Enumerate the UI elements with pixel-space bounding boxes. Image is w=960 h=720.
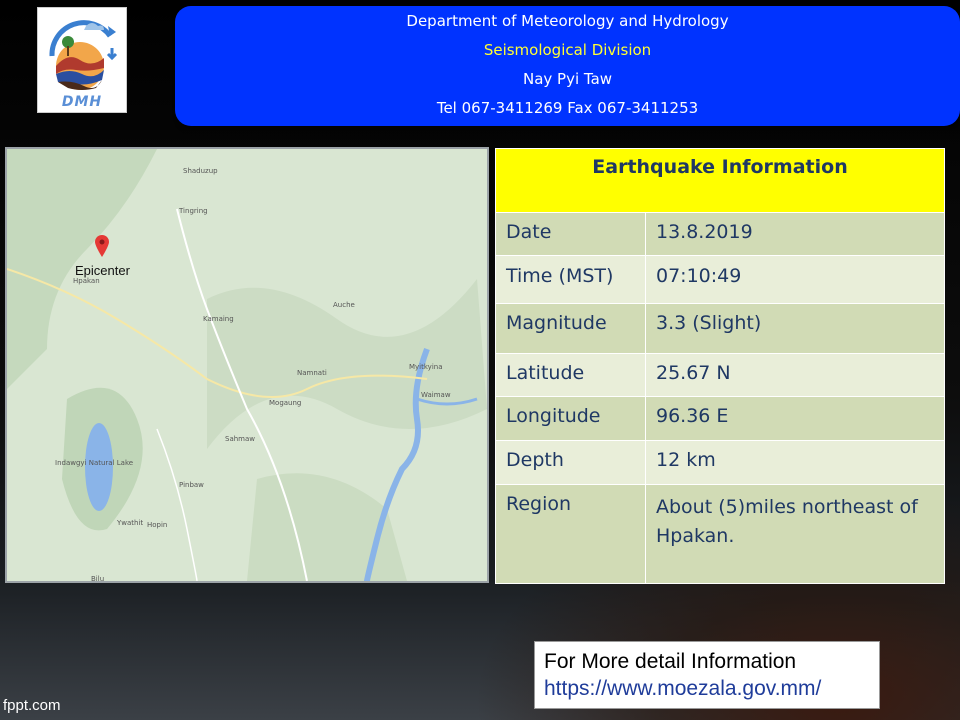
map-label-mogaung: Mogaung	[269, 399, 302, 407]
table-row: Region About (5)miles northeast of Hpaka…	[495, 484, 945, 584]
map-label-sahmaw: Sahmaw	[225, 435, 256, 443]
row-value: 13.8.2019	[645, 212, 945, 256]
row-key: Longitude	[495, 396, 646, 441]
row-key: Depth	[495, 440, 646, 485]
map-label-tingring: Tingring	[179, 207, 208, 215]
row-key: Region	[495, 484, 646, 584]
map-label-hopin: Hopin	[147, 521, 168, 529]
epicenter-label: Epicenter	[75, 263, 130, 278]
earthquake-info-table: Earthquake Information Date 13.8.2019 Ti…	[495, 148, 945, 584]
logo-text: DMH	[61, 94, 103, 110]
row-value: 12 km	[645, 440, 945, 485]
footer-brand: fppt.com	[3, 697, 61, 714]
map-label-shaduzup: Shaduzup	[183, 167, 218, 175]
map-label-namnati: Namnati	[297, 369, 327, 377]
row-value: 25.67 N	[645, 353, 945, 397]
table-row: Magnitude 3.3 (Slight)	[495, 303, 945, 354]
city-name: Nay Pyi Taw	[522, 70, 613, 88]
map-label-kamaing: Kamaing	[203, 315, 234, 323]
more-info-box: For More detail Information https://www.…	[534, 641, 880, 709]
map-label-waimaw: Waimaw	[421, 391, 451, 399]
row-key: Date	[495, 212, 646, 256]
division-name: Seismological Division	[483, 41, 652, 59]
dmh-logo: DMH	[37, 7, 127, 113]
row-value: About (5)miles northeast of Hpakan.	[645, 484, 945, 584]
row-key: Time (MST)	[495, 255, 646, 304]
row-key: Latitude	[495, 353, 646, 397]
more-info-link[interactable]: https://www.moezala.gov.mm/	[544, 675, 879, 702]
row-key: Magnitude	[495, 303, 646, 354]
info-table-title: Earthquake Information	[495, 148, 945, 213]
map-label-indawgyi: Indawgyi Natural Lake	[55, 459, 134, 467]
header-banner: Department of Meteorology and Hydrology …	[175, 6, 960, 126]
contact-info: Tel 067-3411269 Fax 067-3411253	[436, 99, 699, 117]
department-name: Department of Meteorology and Hydrology	[406, 12, 729, 30]
table-row: Date 13.8.2019	[495, 212, 945, 256]
map-label-myitkyina: Myitkyina	[409, 363, 443, 371]
row-value: 96.36 E	[645, 396, 945, 441]
table-row: Time (MST) 07:10:49	[495, 255, 945, 304]
table-row: Latitude 25.67 N	[495, 353, 945, 397]
table-row: Longitude 96.36 E	[495, 396, 945, 441]
map-label-auche: Auche	[333, 301, 355, 309]
row-value: 3.3 (Slight)	[645, 303, 945, 354]
map-label-pinbaw: Pinbaw	[179, 481, 204, 489]
table-row: Depth 12 km	[495, 440, 945, 485]
map-label-ywathit: Ywathit	[117, 519, 144, 527]
more-info-label: For More detail Information	[544, 650, 797, 673]
row-value: 07:10:49	[645, 255, 945, 304]
map-label-bilu: Bilu	[91, 575, 105, 583]
map-label-hpakan: Hpakan	[73, 277, 100, 285]
epicenter-map: Shaduzup Tingring Hpakan Auche Kamaing N…	[5, 147, 489, 583]
